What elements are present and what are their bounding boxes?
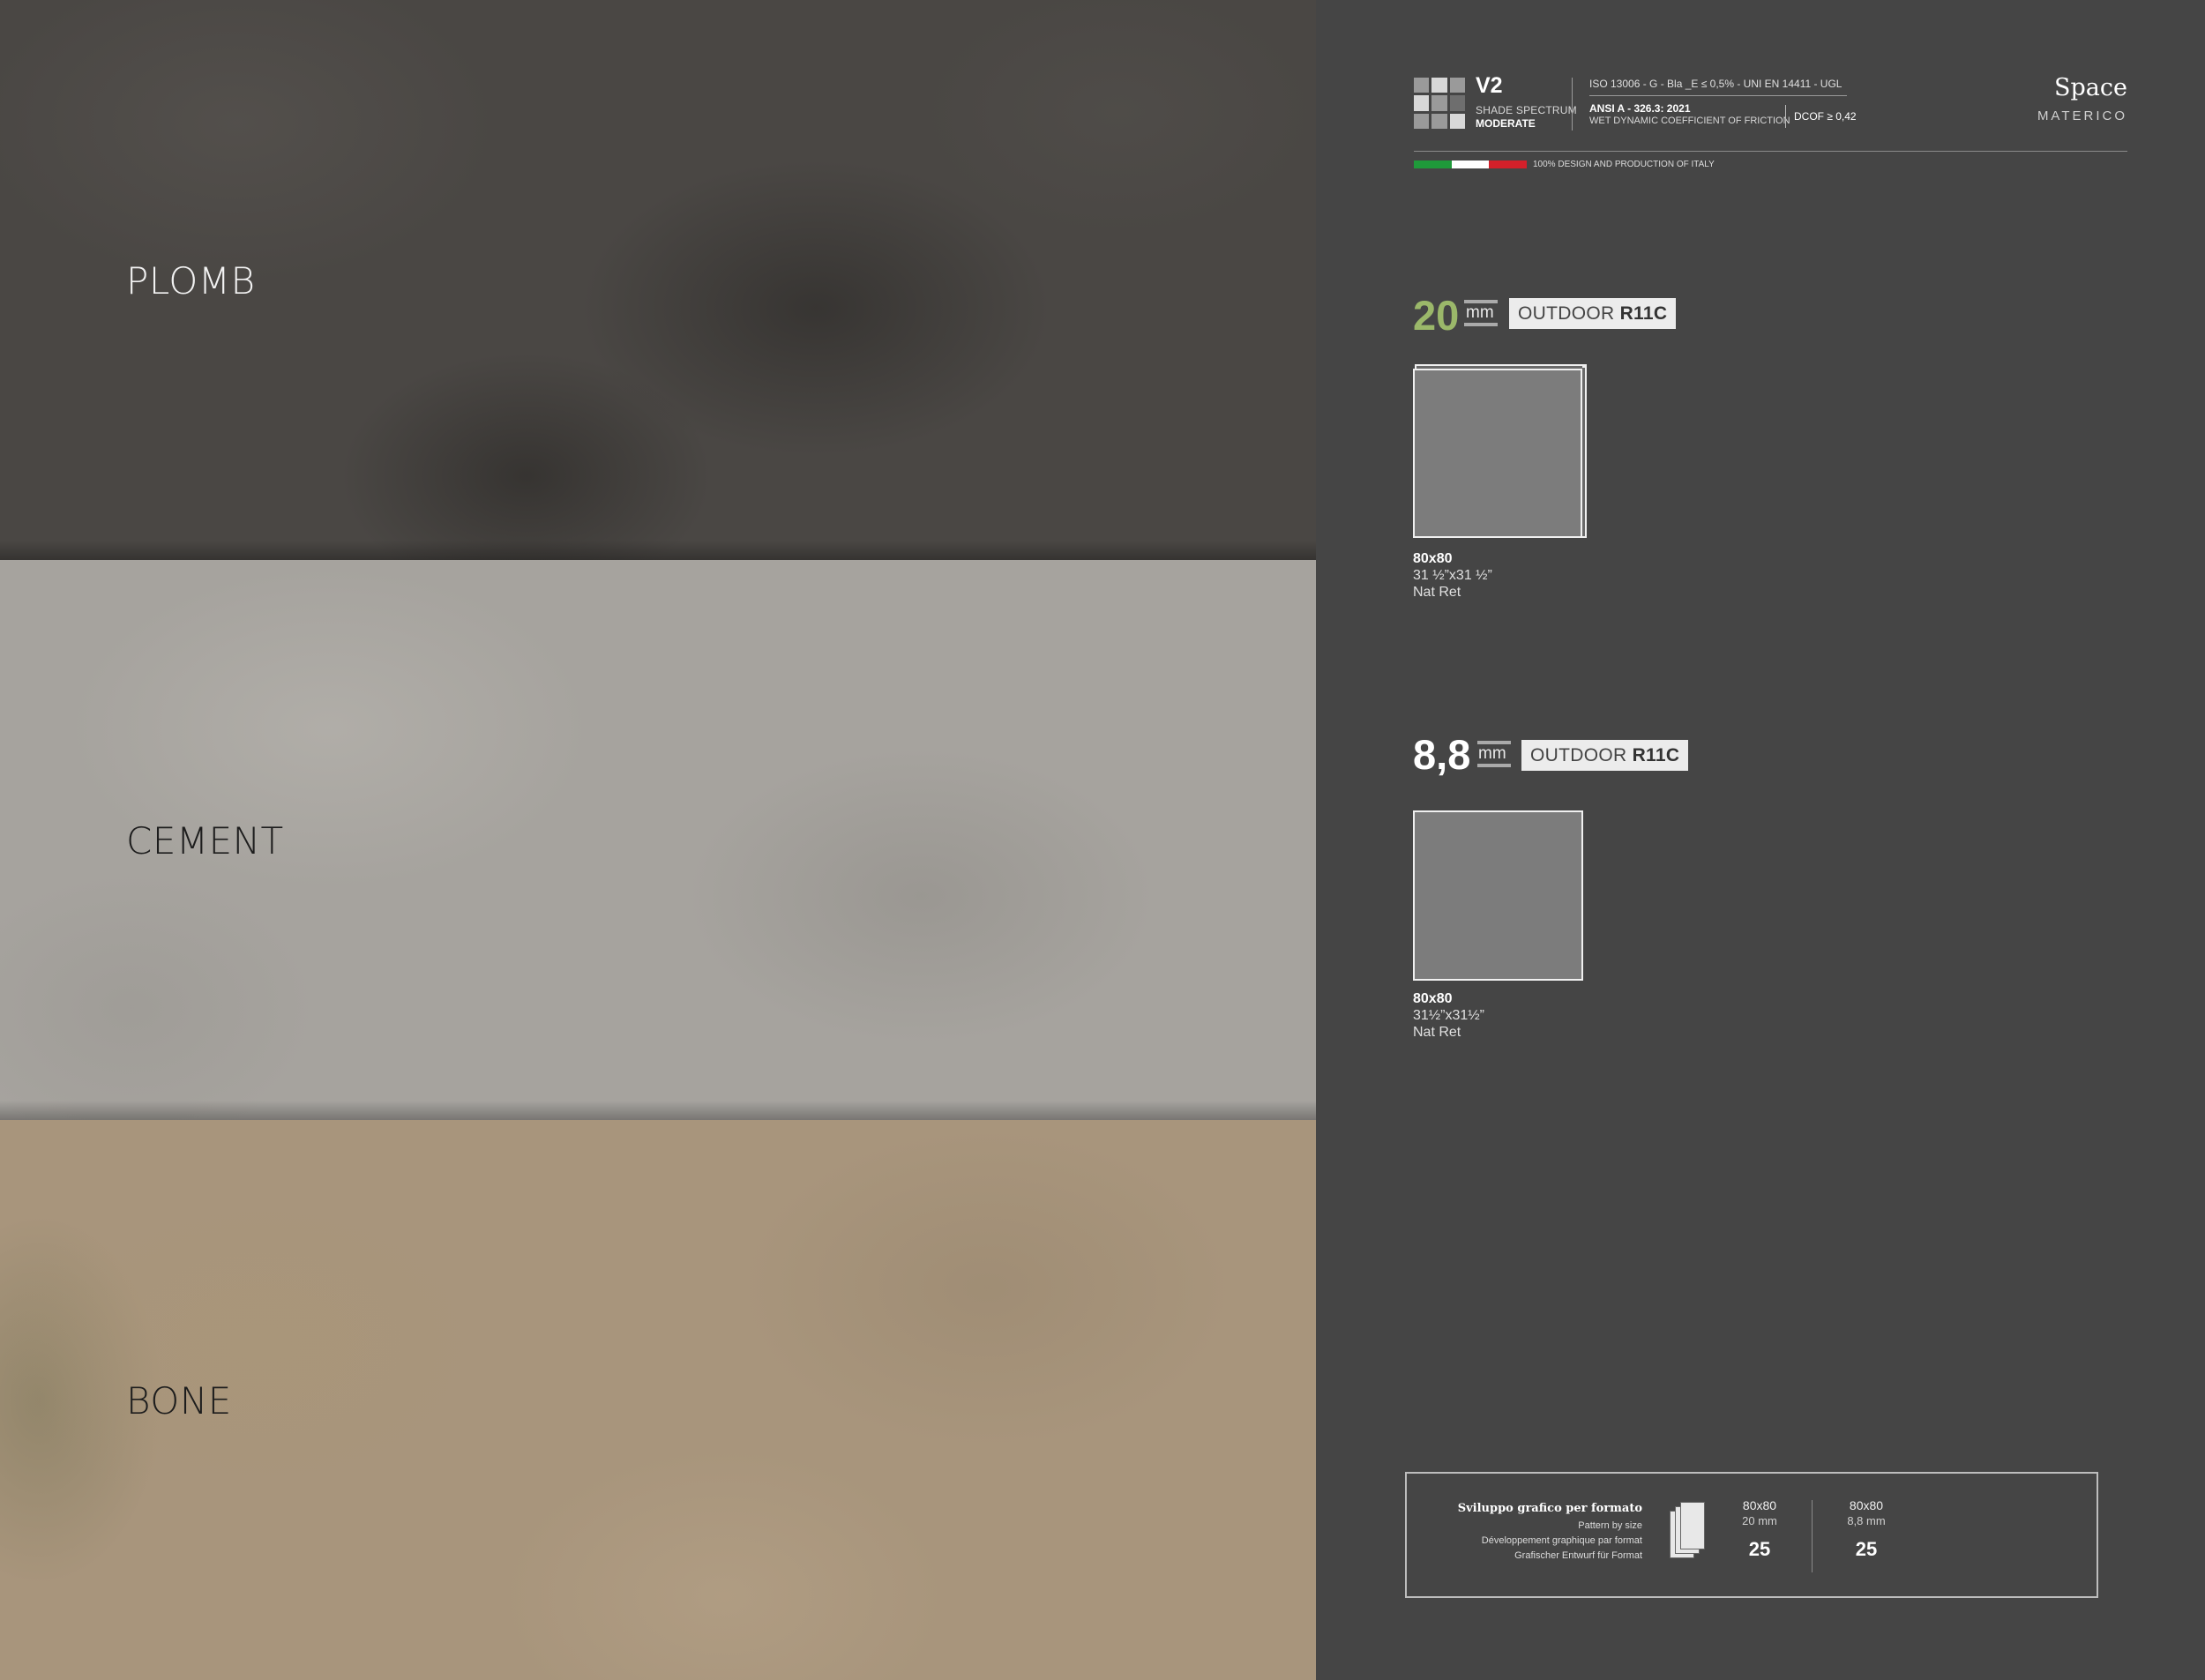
stacked-tiles-icon	[1670, 1502, 1705, 1560]
thickness-unit: mm	[1478, 744, 1506, 763]
pattern-format: 80x80	[1742, 1498, 1777, 1512]
pattern-count: 25	[1855, 1538, 1878, 1560]
tile-imperial-size: 31½”x31½”	[1413, 1008, 1484, 1023]
tile-format: 80x80	[1413, 551, 1453, 566]
tile-imperial-size: 31 ½”x31 ½”	[1413, 568, 1492, 583]
tile-preview-20mm	[1413, 369, 1582, 538]
swatch-bone: BONE	[0, 1120, 1316, 1680]
shade-label: SHADE SPECTRUM	[1476, 104, 1577, 116]
pattern-subtitle-fr: Développement graphique par format	[1481, 1535, 1642, 1546]
pattern-column-20mm: 80x80 20 mm 25	[1724, 1498, 1795, 1561]
tile-edge	[1582, 366, 1587, 538]
mm-bars-icon	[1464, 323, 1498, 326]
pattern-title: Sviluppo grafico per formato	[1457, 1502, 1642, 1515]
pattern-column-8-8mm: 80x80 8,8 mm 25	[1831, 1498, 1902, 1561]
brand-name: Space	[2054, 74, 2127, 101]
divider	[1572, 78, 1573, 131]
tile-finish: Nat Ret	[1413, 585, 1461, 600]
iso-standard: ISO 13006 - G - Bla _E ≤ 0,5% - UNI EN 1…	[1589, 78, 1842, 90]
slip-rating: R11C	[1619, 303, 1668, 324]
shade-code: V2	[1476, 73, 1503, 98]
thickness-value: 8,8	[1413, 731, 1471, 778]
mm-bars-icon	[1477, 764, 1511, 767]
pattern-thickness: 8,8 mm	[1847, 1514, 1886, 1527]
swatch-label-cement: CEMENT	[126, 819, 284, 862]
divider	[1812, 1500, 1813, 1572]
pattern-thickness: 20 mm	[1742, 1514, 1777, 1527]
divider	[1589, 95, 1847, 96]
header-divider	[1414, 151, 2127, 152]
italy-flag-icon	[1414, 161, 1528, 168]
ansi-standard: ANSI A - 326.3: 2021	[1589, 102, 1691, 115]
swatch-label-plomb: PLOMB	[126, 259, 256, 302]
pattern-subtitle-en: Pattern by size	[1578, 1520, 1642, 1531]
outdoor-label: OUTDOOR	[1530, 745, 1627, 765]
tile-format: 80x80	[1413, 991, 1453, 1006]
swatch-label-bone: BONE	[126, 1379, 232, 1422]
swatch-shadow	[0, 541, 1316, 560]
swatch-plomb: PLOMB	[0, 0, 1316, 560]
made-in-italy-label: 100% DESIGN AND PRODUCTION OF ITALY	[1533, 160, 1715, 169]
outdoor-label: OUTDOOR	[1518, 303, 1615, 324]
outdoor-rating-badge: OUTDOOR R11C	[1521, 740, 1689, 771]
wet-friction-label: WET DYNAMIC COEFFICIENT OF FRICTION	[1589, 116, 1790, 126]
swatch-cement: CEMENT	[0, 560, 1316, 1120]
info-panel: V2 SHADE SPECTRUM MODERATE ISO 13006 - G…	[1316, 0, 2205, 1680]
shade-grid-icon	[1414, 78, 1465, 129]
brand-subtitle: MATERICO	[2037, 108, 2127, 123]
tile-preview-8-8mm	[1413, 810, 1583, 981]
thickness-value: 20	[1413, 292, 1460, 339]
swatch-shadow	[0, 1101, 1316, 1120]
dcof-value: DCOF ≥ 0,42	[1794, 110, 1857, 123]
pattern-format: 80x80	[1849, 1498, 1884, 1512]
slip-rating: R11C	[1632, 745, 1680, 765]
thickness-unit: mm	[1466, 303, 1494, 322]
divider	[1785, 105, 1786, 128]
pattern-subtitle-de: Grafischer Entwurf für Format	[1514, 1550, 1642, 1561]
shade-value: MODERATE	[1476, 117, 1536, 130]
pattern-by-size-box: Sviluppo grafico per formato Pattern by …	[1405, 1472, 2098, 1598]
tile-finish: Nat Ret	[1413, 1025, 1461, 1040]
pattern-count: 25	[1748, 1538, 1771, 1560]
outdoor-rating-badge: OUTDOOR R11C	[1509, 298, 1677, 329]
